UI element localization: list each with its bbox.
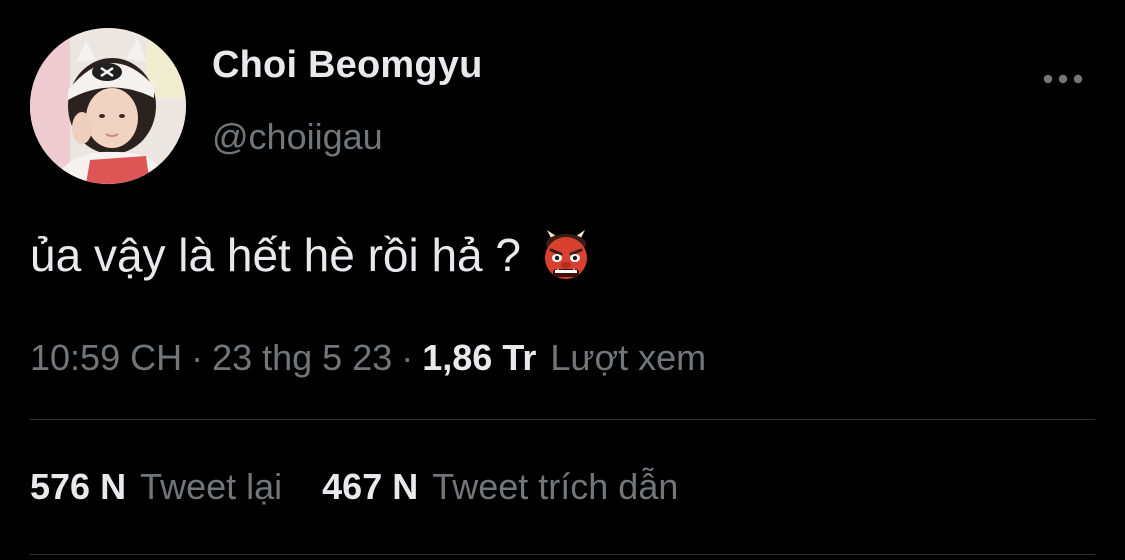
views-label[interactable]: Lượt xem [550, 337, 706, 379]
avatar-image [30, 28, 186, 184]
meta-separator: · [191, 337, 204, 378]
quotes-stat[interactable]: 467 N Tweet trích dẫn [322, 466, 678, 508]
tweet-date[interactable]: 23 thg 5 23 [212, 337, 392, 379]
quotes-count: 467 N [322, 466, 419, 507]
tweet-meta: 10:59 CH · 23 thg 5 23 · 1,86 Tr Lượt xe… [30, 337, 706, 379]
author-handle[interactable]: @choiigau [212, 116, 383, 158]
quotes-label: Tweet trích dẫn [432, 466, 679, 507]
more-button[interactable] [1038, 64, 1088, 94]
tweet-header: Choi Beomgyu @choiigau [30, 28, 1095, 188]
meta-separator: · [401, 337, 414, 378]
tweet-text: ủa vậy là hết hè rồi hả ? [30, 228, 593, 282]
retweets-stat[interactable]: 576 N Tweet lại [30, 466, 282, 508]
japanese-ogre-emoji [539, 228, 593, 282]
tweet-stats: 576 N Tweet lại 467 N Tweet trích dẫn [30, 466, 678, 508]
tweet-text-content: ủa vậy là hết hè rồi hả ? [30, 229, 521, 281]
avatar[interactable] [30, 28, 186, 184]
retweets-label: Tweet lại [140, 466, 283, 507]
more-horizontal-icon [1043, 74, 1083, 84]
divider [30, 419, 1095, 420]
divider [30, 554, 1095, 555]
tweet-time[interactable]: 10:59 CH [30, 337, 182, 379]
author-display-name[interactable]: Choi Beomgyu [212, 44, 483, 87]
views-count[interactable]: 1,86 Tr [422, 337, 536, 379]
tweet-detail: Choi Beomgyu @choiigau ủa vậy là hết hè … [0, 0, 1125, 560]
retweets-count: 576 N [30, 466, 127, 507]
